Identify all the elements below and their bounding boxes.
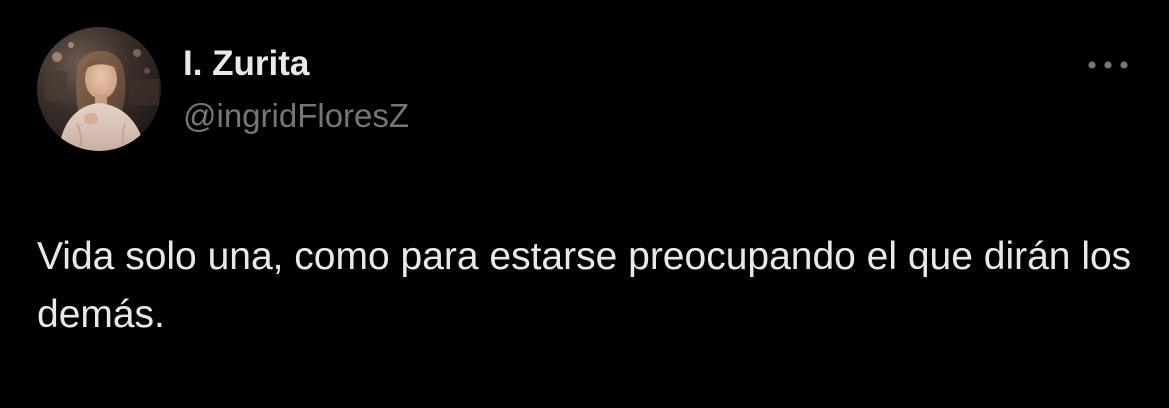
more-horizontal-icon bbox=[1088, 61, 1128, 69]
author-avatar[interactable] bbox=[37, 27, 161, 151]
more-options-button[interactable] bbox=[1080, 50, 1136, 80]
tweet-card: I. Zurita @ingridFloresZ Vida solo una, … bbox=[0, 0, 1169, 408]
profile-photo-icon bbox=[37, 27, 161, 151]
author-handle[interactable]: @ingridFloresZ bbox=[183, 97, 409, 135]
tweet-text: Vida solo una, como para estarse preocup… bbox=[37, 235, 1132, 336]
author-display-name[interactable]: I. Zurita bbox=[183, 44, 309, 84]
